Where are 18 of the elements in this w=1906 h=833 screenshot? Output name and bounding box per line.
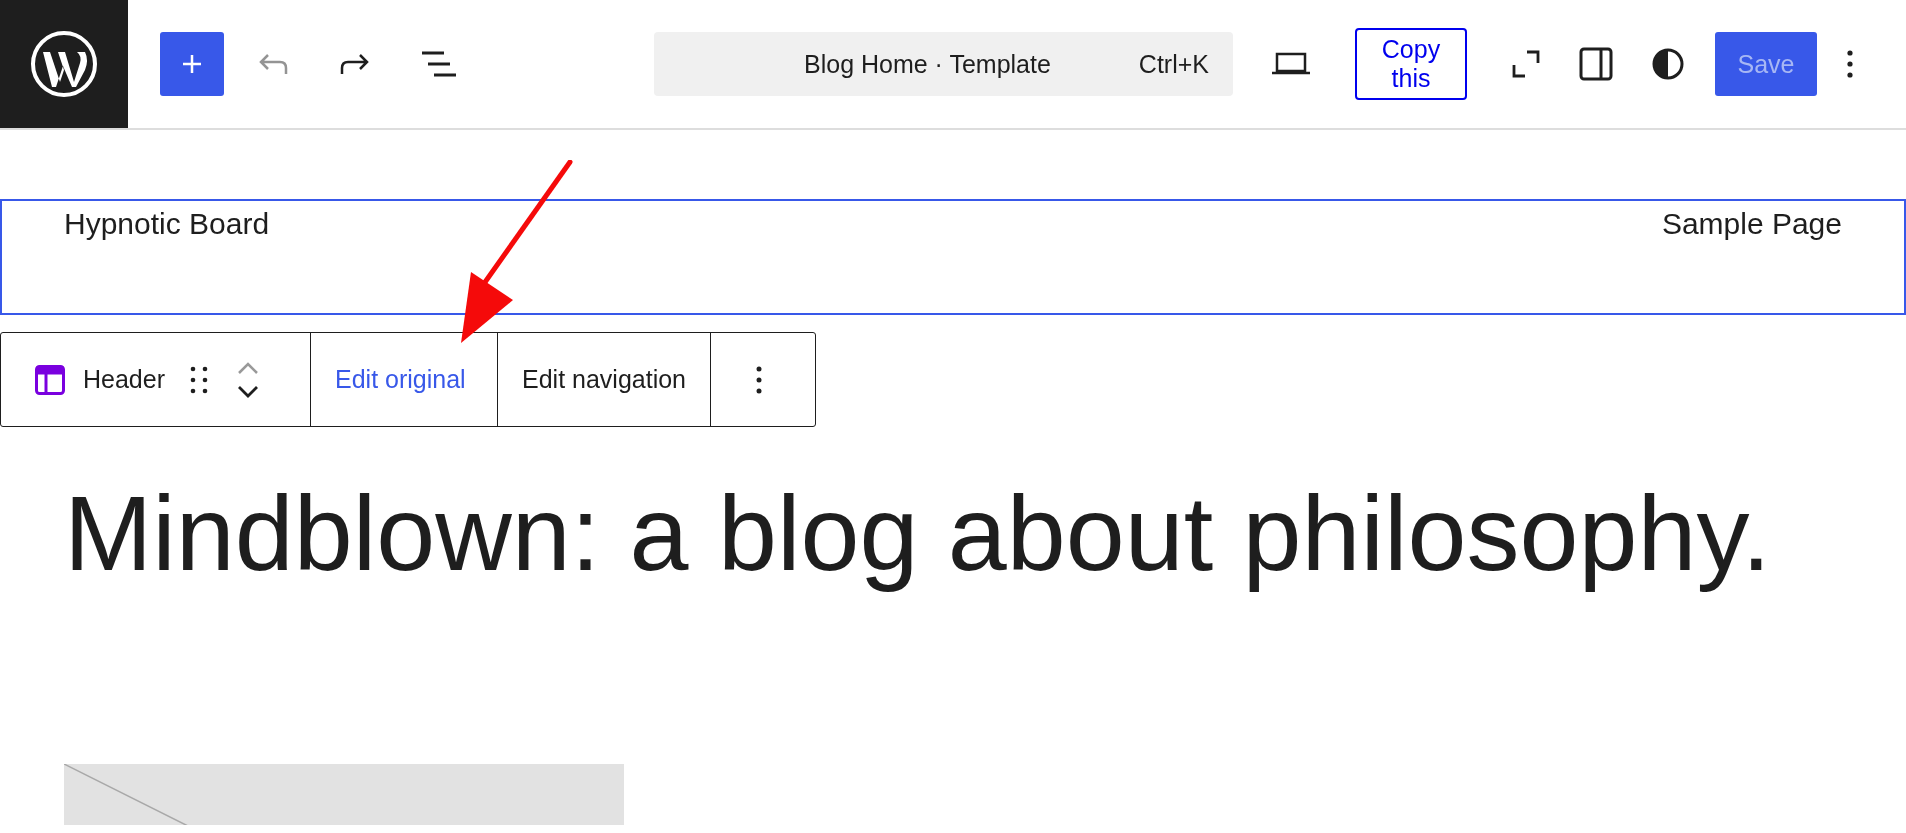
move-up-icon[interactable] (236, 360, 260, 375)
page-heading: Mindblown: a blog about philosophy. (64, 475, 1772, 592)
block-name: Header (83, 365, 165, 394)
copy-button[interactable]: Copy this (1355, 28, 1467, 100)
toolbar-button[interactable]: Edit navigation (498, 333, 711, 426)
move-down-icon[interactable] (236, 384, 260, 399)
header-block-icon (35, 364, 65, 395)
drag-handle-icon[interactable] (190, 365, 208, 394)
wordpress-logo[interactable] (0, 0, 128, 128)
plus-icon (180, 52, 204, 76)
list-view-icon (420, 50, 458, 78)
shortcut-label: Ctrl+K (1138, 49, 1209, 79)
site-title[interactable]: Hypnotic Board (64, 207, 270, 241)
command-bar[interactable]: Blog Home · Template Ctrl+K (654, 32, 1233, 96)
wordpress-icon (30, 30, 98, 98)
navigation-link[interactable]: Sample Page (1661, 207, 1842, 241)
document-title: Blog Home · Template (804, 49, 1052, 79)
header-block[interactable]: Hypnotic Board Sample Page (0, 199, 1906, 315)
